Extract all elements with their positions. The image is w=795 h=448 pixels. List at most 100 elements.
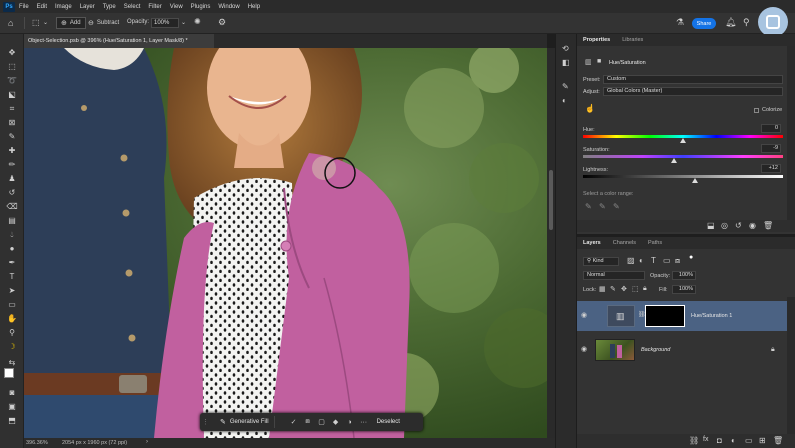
object-selection-tool-icon[interactable]: ⬕	[6, 90, 18, 100]
filter-pixel-icon[interactable]: ▨	[627, 256, 635, 265]
gear-icon[interactable]: ⚙	[218, 17, 226, 28]
filter-adjustment-icon[interactable]: ◐	[639, 256, 644, 265]
bell-icon[interactable]: 🔔︎	[725, 17, 736, 28]
history-icon[interactable]: ⟲	[562, 44, 569, 53]
scrollbar-thumb[interactable]	[549, 170, 553, 230]
lightness-slider-thumb[interactable]	[692, 178, 698, 183]
layers-scrollbar[interactable]	[787, 297, 795, 434]
healing-brush-tool-icon[interactable]: ✚	[6, 146, 18, 156]
adjustments-icon[interactable]: ◐	[562, 96, 567, 105]
targeted-adjustment-hand-icon[interactable]: ☝	[585, 104, 595, 113]
drag-handle-icon[interactable]: ⋮	[202, 418, 209, 426]
brush-panel-icon[interactable]: ✎	[562, 82, 569, 91]
saturation-track[interactable]	[583, 155, 783, 158]
menu-type[interactable]: Type	[103, 4, 116, 10]
lightness-input[interactable]: +12	[761, 164, 781, 173]
filter-toggle-icon[interactable]: ●	[689, 254, 693, 261]
blur-tool-icon[interactable]: 💧︎	[6, 230, 18, 240]
history-brush-tool-icon[interactable]: ↺	[6, 188, 18, 198]
fill-input[interactable]: 100%	[672, 285, 696, 294]
eyedropper-plus-icon[interactable]: ✎	[599, 202, 606, 211]
tab-channels[interactable]: Channels	[607, 240, 642, 246]
document-canvas[interactable]	[24, 48, 547, 438]
zoom-tool-icon[interactable]: ⚲	[6, 328, 18, 338]
lock-transparent-icon[interactable]: ▦	[599, 285, 606, 293]
chevron-down-icon[interactable]: ⌄	[43, 19, 48, 26]
properties-icon[interactable]: ◧	[562, 58, 570, 67]
search-icon[interactable]: ⚲	[743, 17, 750, 28]
lock-icon[interactable]: 🔒︎	[771, 346, 775, 354]
menu-window[interactable]: Window	[218, 4, 239, 10]
move-tool-icon[interactable]: ✥	[6, 48, 18, 58]
lightness-track[interactable]	[583, 175, 783, 178]
artboard-icon[interactable]: ⬒	[6, 416, 18, 426]
more-options-icon[interactable]: ···	[357, 419, 371, 426]
saturation-slider-thumb[interactable]	[671, 158, 677, 163]
filter-type-icon[interactable]: T	[651, 256, 656, 265]
eyedropper-icon[interactable]: ✎	[585, 202, 592, 211]
trash-icon[interactable]: 🗑︎	[763, 221, 773, 230]
tab-libraries[interactable]: Libraries	[616, 37, 649, 43]
menu-filter[interactable]: Filter	[148, 4, 161, 10]
fill-selection-icon[interactable]: ◆	[329, 418, 343, 426]
frame-tool-icon[interactable]: ⊠	[6, 118, 18, 128]
marquee-tool-icon[interactable]: ⬚	[6, 62, 18, 72]
eye-icon[interactable]: ◉	[581, 311, 587, 319]
dodge-tool-icon[interactable]: ●	[6, 244, 18, 254]
new-group-icon[interactable]: ▭	[745, 436, 753, 445]
layer-mask-thumbnail[interactable]	[645, 305, 685, 327]
clip-to-layer-icon[interactable]: ⬓	[707, 221, 715, 230]
menu-file[interactable]: File	[19, 4, 29, 10]
eraser-tool-icon[interactable]: ⌫	[6, 202, 18, 212]
lock-artboard-icon[interactable]: ⬚	[632, 285, 639, 293]
share-button[interactable]: Share	[692, 18, 716, 29]
add-selection-button[interactable]: ⊕ Add	[56, 17, 86, 29]
rectangle-tool-icon[interactable]: ▭	[6, 300, 18, 310]
chevron-right-icon[interactable]: ›	[146, 439, 148, 445]
hand-tool-icon[interactable]: ✋	[6, 314, 18, 324]
menu-edit[interactable]: Edit	[37, 4, 47, 10]
modify-selection-icon[interactable]: ✓	[287, 418, 301, 426]
path-selection-tool-icon[interactable]: ➤	[6, 286, 18, 296]
screenshot-capture-button[interactable]	[758, 7, 788, 37]
zoom-readout[interactable]: 396.36%	[26, 440, 48, 446]
tab-properties[interactable]: Properties	[577, 37, 616, 43]
tab-layers[interactable]: Layers	[577, 240, 607, 246]
layer-name[interactable]: Hue/Saturation 1	[691, 313, 732, 319]
layer-mask-icon[interactable]: ■	[597, 58, 601, 65]
tab-paths[interactable]: Paths	[642, 240, 668, 246]
menu-select[interactable]: Select	[124, 4, 141, 10]
photoshop-logo[interactable]: Ps	[3, 1, 15, 12]
subtract-selection-button[interactable]: ⊖ Subtract	[88, 19, 119, 27]
layer-style-icon[interactable]: fx	[703, 436, 708, 443]
home-icon[interactable]: ⌂	[8, 18, 13, 28]
add-mask-icon[interactable]: ◘	[717, 436, 722, 445]
screen-mode-icon[interactable]: ▣	[6, 402, 18, 412]
visibility-icon[interactable]: ◉	[749, 221, 756, 230]
lock-all-icon[interactable]: 🔒︎	[643, 285, 647, 293]
saturation-input[interactable]: -9	[761, 144, 781, 153]
banana-icon[interactable]: ☽	[6, 342, 18, 352]
new-adjustment-layer-icon[interactable]: ◑	[343, 419, 357, 426]
adjust-channel-dropdown[interactable]: Global Colors (Master)	[603, 87, 783, 96]
object-selection-tool-icon[interactable]: ⬚	[32, 18, 40, 27]
background-thumbnail[interactable]	[595, 339, 635, 361]
document-tab[interactable]: Object-Selection.psb @ 396% (Hue/Saturat…	[24, 34, 214, 48]
canvas-vertical-scrollbar[interactable]	[547, 48, 555, 438]
filter-smart-object-icon[interactable]: ⧈	[675, 256, 680, 266]
lasso-tool-icon[interactable]: ➰	[6, 76, 18, 86]
layer-row-hue-saturation[interactable]: ◉ ▥ ⛓ Hue/Saturation 1	[577, 301, 787, 331]
link-layers-icon[interactable]: ⛓	[689, 436, 699, 445]
swap-colors-icon[interactable]: ⇆	[6, 358, 18, 368]
crop-tool-icon[interactable]: ⌗	[6, 104, 18, 114]
hue-input[interactable]: 0	[761, 124, 781, 133]
foreground-color-swatch[interactable]	[4, 368, 14, 378]
layer-row-background[interactable]: ◉ Background 🔒︎	[577, 335, 787, 365]
gradient-tool-icon[interactable]: ▤	[6, 216, 18, 226]
type-tool-icon[interactable]: T	[6, 272, 18, 282]
menu-layer[interactable]: Layer	[80, 4, 95, 10]
new-adjustment-icon[interactable]: ◐	[731, 436, 736, 445]
blend-mode-dropdown[interactable]: Normal	[583, 271, 645, 280]
brush-settings-icon[interactable]: ✺	[194, 17, 201, 26]
quick-mask-icon[interactable]: ◙	[6, 388, 18, 398]
